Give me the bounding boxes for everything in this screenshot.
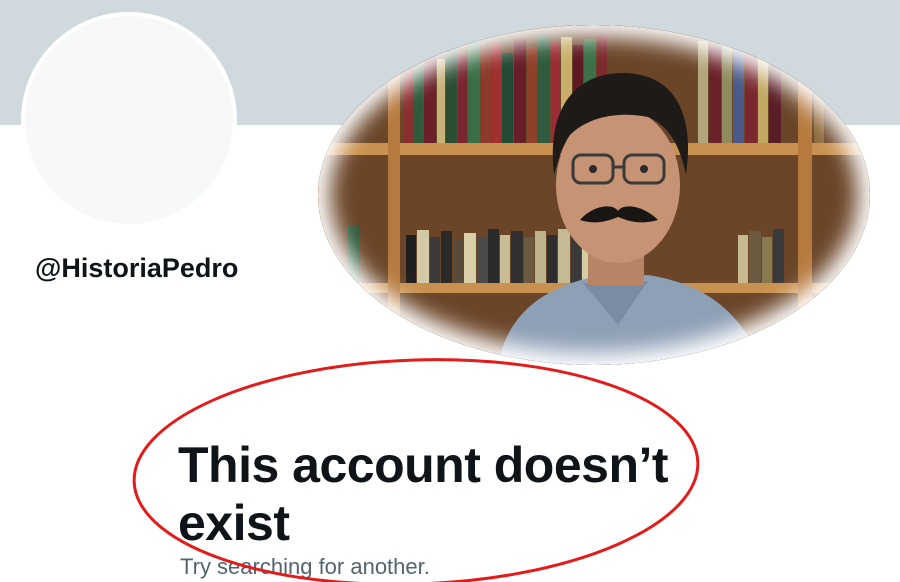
account-missing-subtitle: Try searching for another. xyxy=(180,554,430,579)
avatar xyxy=(21,12,237,228)
bookshelf-portrait-image xyxy=(318,25,870,365)
account-missing-title: This account doesn’t exist xyxy=(178,437,669,551)
person-photo-overlay xyxy=(318,25,870,365)
profile-handle: @HistoriaPedro xyxy=(35,253,239,283)
